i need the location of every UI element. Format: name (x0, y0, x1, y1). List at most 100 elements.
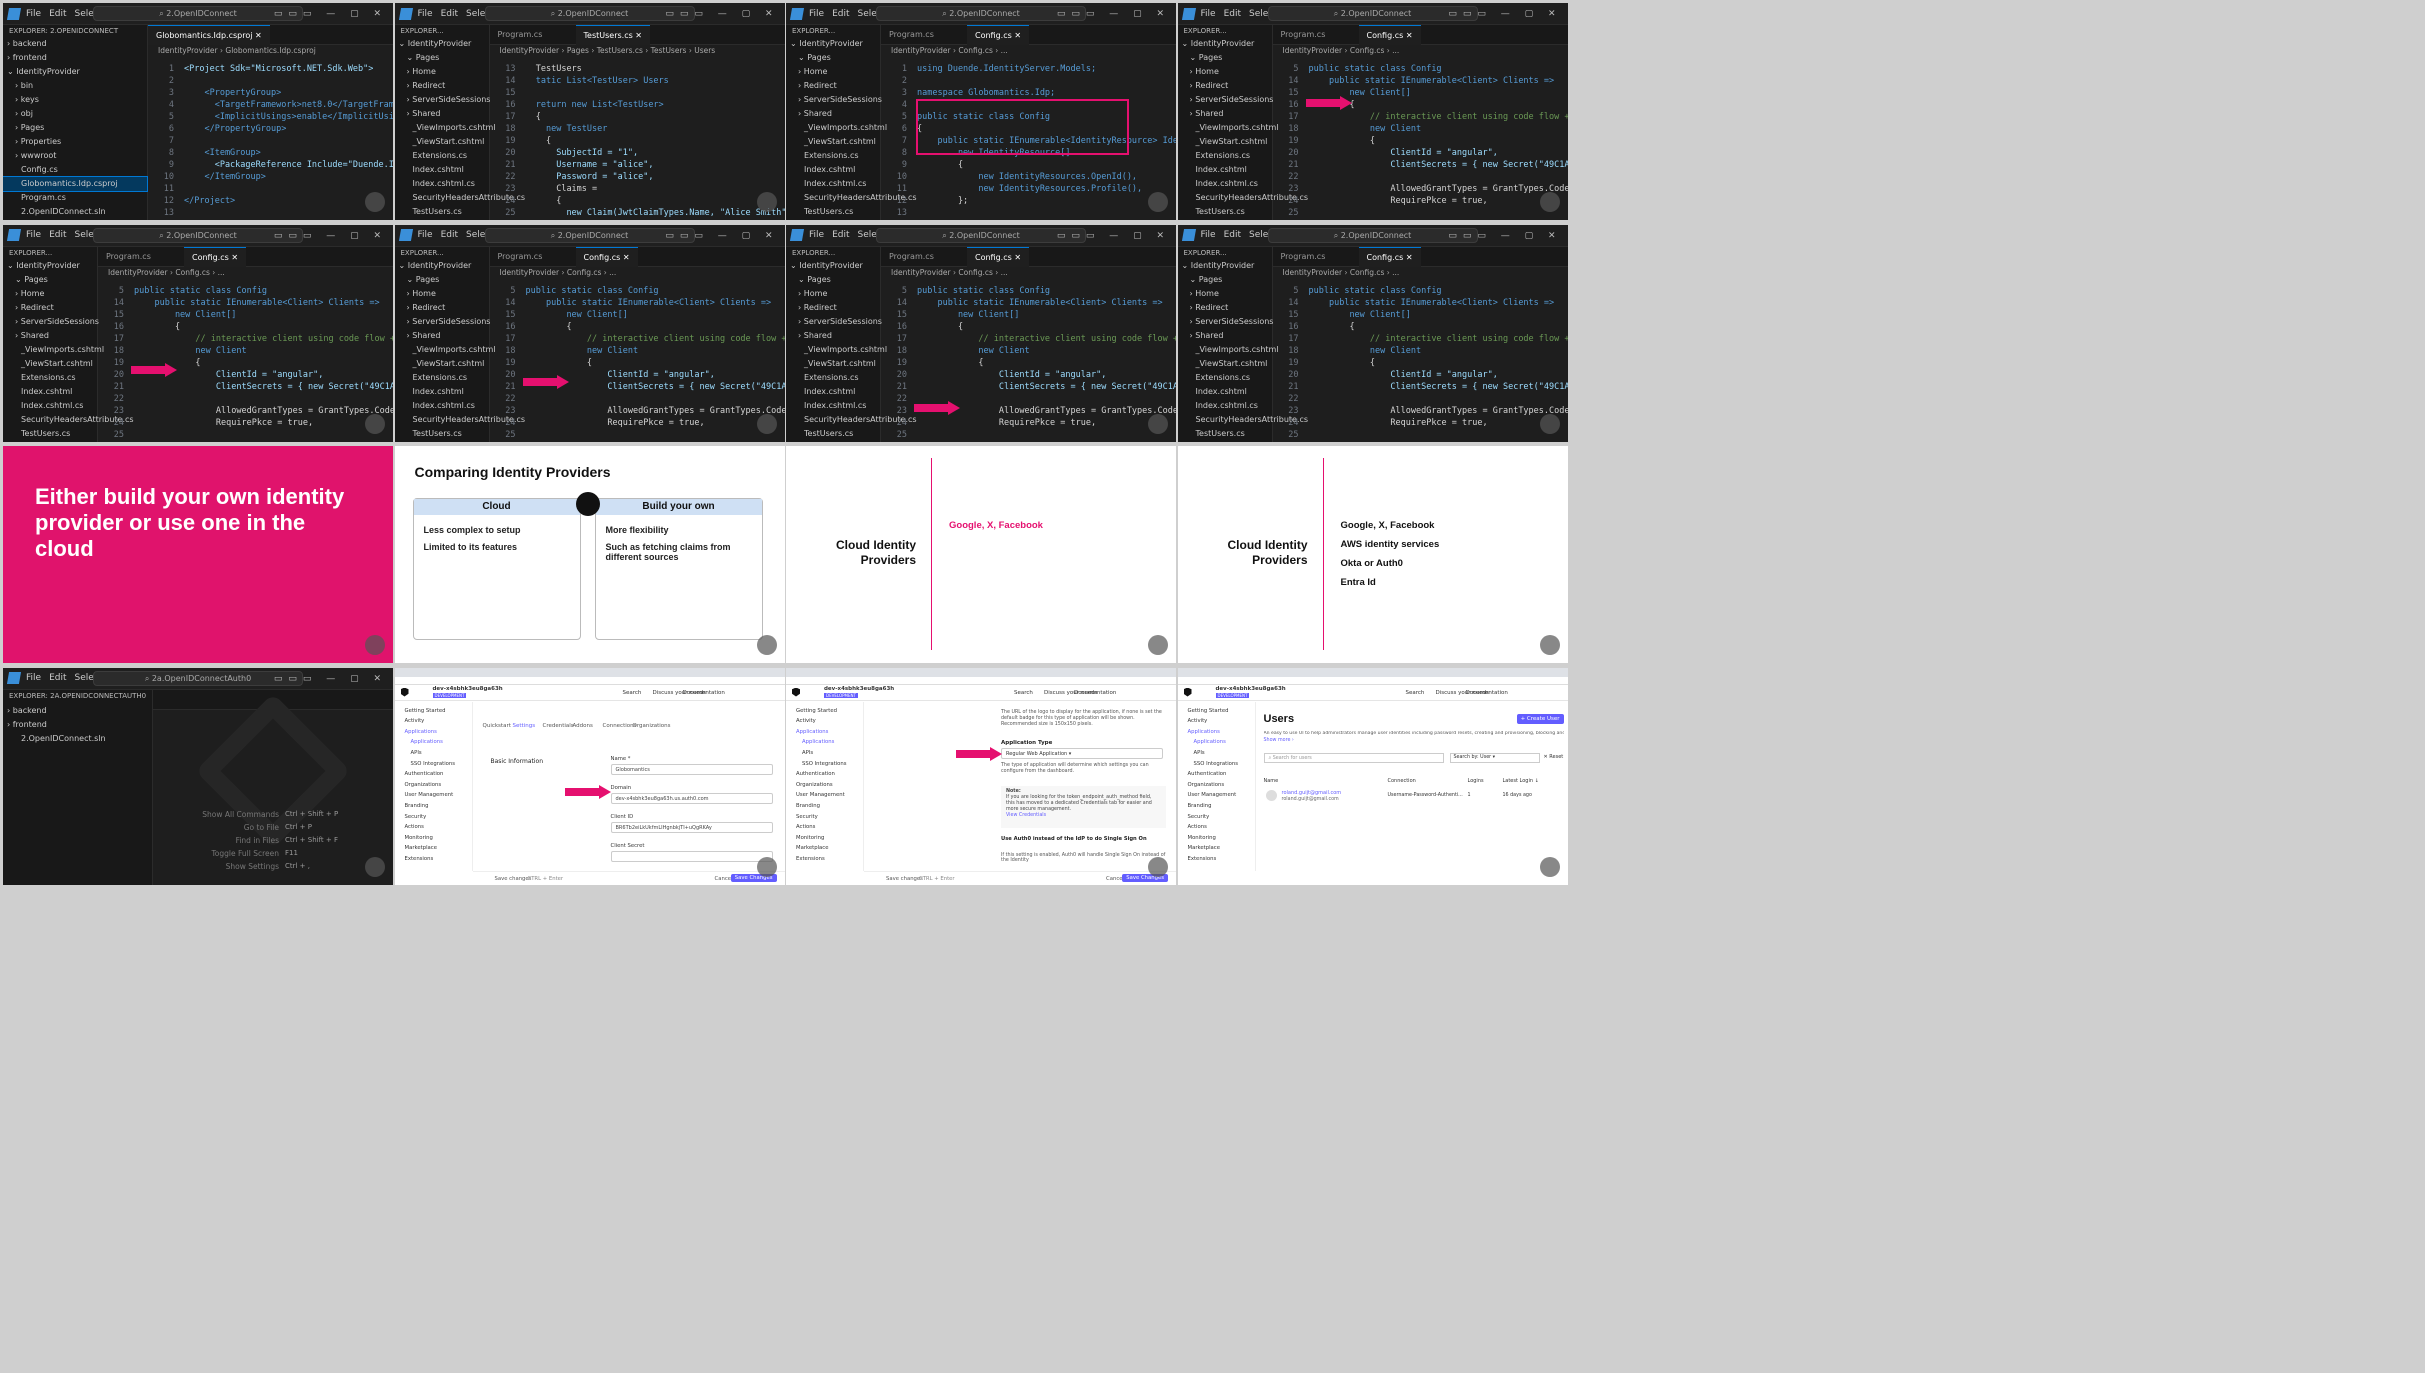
tree-item[interactable]: › Redirect (786, 301, 880, 315)
tree-item[interactable]: ⌄ IdentityProvider (395, 37, 489, 51)
tree-item[interactable]: SecurityHeadersAttribute.cs (1178, 191, 1309, 205)
tree-item[interactable]: Extensions.cs (1178, 149, 1272, 163)
nav-item[interactable]: Marketplace (796, 845, 828, 851)
tree-item[interactable]: › Home (786, 287, 880, 301)
tree-item[interactable]: _ViewStart.cshtml (786, 357, 880, 371)
nav-item[interactable]: Applications (411, 739, 443, 745)
code-editor[interactable]: 13 TestUsers 14 tatic List<TestUser> User… (490, 63, 784, 220)
menu-item[interactable]: Edit (49, 230, 66, 240)
tree-item[interactable]: › Properties (395, 219, 489, 220)
tree-item[interactable]: › Home (3, 287, 97, 301)
tree-item[interactable]: TestUsers.cs (1178, 205, 1272, 219)
tree-item[interactable]: _ViewImports.cshtml (3, 343, 104, 357)
tree-item[interactable]: Program.cs (3, 191, 147, 205)
play-button[interactable] (1148, 635, 1168, 655)
window-controls[interactable]: ▭▭▭ — ▢ ✕ (665, 9, 778, 19)
command-center[interactable]: ⌕ 2.OpenIDConnect (484, 227, 695, 243)
menu-item[interactable]: Edit (441, 9, 458, 19)
editor-tab[interactable]: Program.cs (490, 247, 551, 267)
nav-item[interactable]: Getting Started (405, 708, 446, 714)
tree-item[interactable]: 2.OpenIDConnect.sln (3, 732, 152, 746)
menu-item[interactable]: Edit (832, 9, 849, 19)
tree-item[interactable]: › frontend (3, 718, 152, 732)
editor-tab[interactable]: Program.cs (881, 247, 942, 267)
nav-item[interactable]: User Management (405, 792, 454, 798)
tree-item[interactable]: Extensions.cs (786, 149, 880, 163)
tree-item[interactable]: ⌄ IdentityProvider (1178, 259, 1272, 273)
tree-item[interactable]: › Redirect (395, 79, 489, 93)
tree-item[interactable]: TestUsers.cs (786, 205, 880, 219)
tree-item[interactable]: › ServerSideSessions (1178, 315, 1274, 329)
nav-item[interactable]: Extensions (405, 856, 434, 862)
view-credentials-link[interactable]: View Credentials (1006, 813, 1161, 819)
play-button[interactable] (1539, 635, 1560, 655)
tree-item[interactable]: Index.cshtml (1178, 385, 1272, 399)
tree-item[interactable]: SecurityHeadersAttribute.cs (1178, 413, 1309, 427)
tree-item[interactable]: › bin (3, 79, 147, 93)
play-button[interactable] (756, 635, 777, 655)
show-more-link[interactable]: Show more › (1264, 738, 1294, 743)
tree-item[interactable]: _ViewImports.cshtml (1178, 343, 1279, 357)
tree-item[interactable]: _ViewImports.cshtml (1178, 121, 1279, 135)
window-controls[interactable]: ▭▭▭ — ▢ ✕ (1448, 231, 1561, 241)
nav-item[interactable]: Actions (796, 824, 815, 830)
nav-item[interactable]: Extensions (1188, 856, 1217, 862)
tree-item[interactable]: ⌄ Pages (786, 51, 880, 65)
menu-item[interactable]: File (418, 230, 433, 240)
command-center[interactable]: ⌕ 2.OpenIDConnect (93, 227, 303, 243)
tree-item[interactable]: ⌄ Pages (395, 51, 489, 65)
editor-tab[interactable]: Program.cs (98, 247, 159, 267)
tree-item[interactable]: TestUsers.cs (395, 427, 489, 441)
tree-item[interactable]: _ViewStart.cshtml (786, 135, 880, 149)
nav-item[interactable]: Security (796, 814, 818, 820)
tree-item[interactable]: _ViewStart.cshtml (3, 357, 97, 371)
window-controls[interactable]: ▭▭▭ — ▢ ✕ (274, 231, 387, 241)
nav-item[interactable]: Authentication (796, 771, 835, 777)
tree-item[interactable]: ⌄ IdentityProvider (3, 259, 97, 273)
play-button[interactable] (1539, 413, 1560, 434)
play-button[interactable] (365, 192, 385, 212)
tree-item[interactable]: › ServerSideSessions (395, 93, 491, 107)
tree-item[interactable]: › Home (1178, 65, 1272, 79)
nav-item[interactable]: Activity (1188, 718, 1208, 724)
tree-item[interactable]: Index.cshtml.cs (786, 177, 880, 191)
nav-item[interactable]: Getting Started (796, 708, 837, 714)
nav-item[interactable]: Authentication (1188, 771, 1227, 777)
command-center[interactable]: ⌕ 2.OpenIDConnect (484, 6, 695, 21)
tree-item[interactable]: _ViewStart.cshtml (1178, 357, 1272, 371)
tree-item[interactable]: Index.cshtml.cs (395, 399, 489, 413)
menu-item[interactable]: File (26, 9, 41, 19)
tree-item[interactable]: ⌄ IdentityProvider (786, 259, 880, 273)
play-button[interactable] (365, 413, 385, 434)
tree-item[interactable]: › Shared (395, 107, 489, 121)
command-center[interactable]: ⌕ 2.OpenIDConnect (876, 227, 1086, 243)
editor-tab[interactable]: Globomantics.Idp.csproj ✕ (148, 25, 270, 45)
tree-item[interactable]: SecurityHeadersAttribute.cs (395, 191, 526, 205)
tree-item[interactable]: Index.cshtml.cs (1178, 177, 1272, 191)
user-email[interactable]: roland.guijt@gmail.com (1282, 790, 1342, 796)
tree-item[interactable]: _ViewStart.cshtml (395, 357, 489, 371)
search-by-select[interactable]: Search by: User ▾ (1449, 752, 1540, 763)
tree-item[interactable]: › Properties (786, 219, 880, 220)
tree-item[interactable]: ⌄ IdentityProvider (786, 37, 880, 51)
tree-item[interactable]: Index.cshtml (395, 385, 489, 399)
settings-tab[interactable]: Addons (573, 723, 593, 729)
menu-item[interactable]: File (26, 673, 41, 683)
settings-tab[interactable]: Quickstart (483, 723, 511, 729)
tree-item[interactable]: Index.cshtml (395, 163, 489, 177)
tree-item[interactable]: _ViewImports.cshtml (786, 121, 887, 135)
tree-item[interactable]: › ServerSideSessions (3, 315, 99, 329)
tree-item[interactable]: _ViewImports.cshtml (395, 121, 496, 135)
tree-item[interactable]: _ViewStart.cshtml (395, 135, 489, 149)
nav-item[interactable]: Activity (796, 718, 816, 724)
user-search-input[interactable]: ⌕ Search for users (1263, 752, 1444, 763)
tenant-name[interactable]: dev-x4sbhk3eu8ga63h (433, 686, 503, 692)
tree-item[interactable]: TestUsers.cs (786, 427, 880, 441)
tree-item[interactable]: ⌄ Pages (1178, 273, 1272, 287)
tree-item[interactable]: › Home (786, 65, 880, 79)
reset-button[interactable]: ✕ Reset (1544, 754, 1564, 760)
tree-item[interactable]: › Redirect (3, 301, 97, 315)
tree-item[interactable]: Extensions.cs (786, 371, 880, 385)
nav-item[interactable]: Actions (1188, 824, 1207, 830)
tree-item[interactable]: ⌄ Pages (3, 273, 97, 287)
